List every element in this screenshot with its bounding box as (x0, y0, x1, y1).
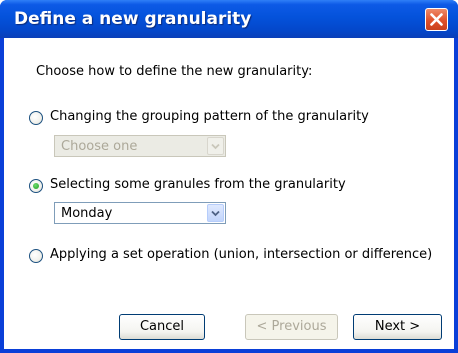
next-button[interactable]: Next > (353, 314, 442, 340)
grouping-pattern-dropdown-button (207, 137, 224, 155)
radio-selecting-granules[interactable] (29, 179, 43, 193)
radio-grouping-pattern[interactable] (29, 111, 43, 125)
radio-selected-dot (33, 183, 39, 189)
grouping-pattern-select-value: Choose one (61, 139, 138, 154)
chevron-down-icon (211, 210, 220, 217)
granule-select-value: Monday (61, 206, 113, 221)
window-title: Define a new granularity (14, 9, 252, 29)
option-selecting-granules-label[interactable]: Selecting some granules from the granula… (50, 177, 346, 192)
chevron-down-icon (211, 143, 220, 150)
previous-button[interactable]: < Previous (245, 314, 338, 340)
granule-dropdown-button[interactable] (207, 204, 224, 222)
radio-set-operation[interactable] (29, 249, 43, 263)
option-set-operation-label[interactable]: Applying a set operation (union, interse… (50, 247, 432, 262)
cancel-button[interactable]: Cancel (119, 314, 205, 340)
close-icon (430, 13, 443, 26)
prompt-label: Choose how to define the new granularity… (36, 64, 313, 79)
title-bar[interactable]: Define a new granularity (0, 0, 458, 38)
option-grouping-pattern-label[interactable]: Changing the grouping pattern of the gra… (50, 109, 369, 124)
grouping-pattern-select: Choose one (54, 135, 226, 157)
dialog-window: Define a new granularity Choose how to d… (0, 0, 458, 353)
dialog-body: Choose how to define the new granularity… (4, 38, 454, 349)
granule-select[interactable]: Monday (54, 202, 226, 224)
close-button[interactable] (425, 8, 448, 31)
